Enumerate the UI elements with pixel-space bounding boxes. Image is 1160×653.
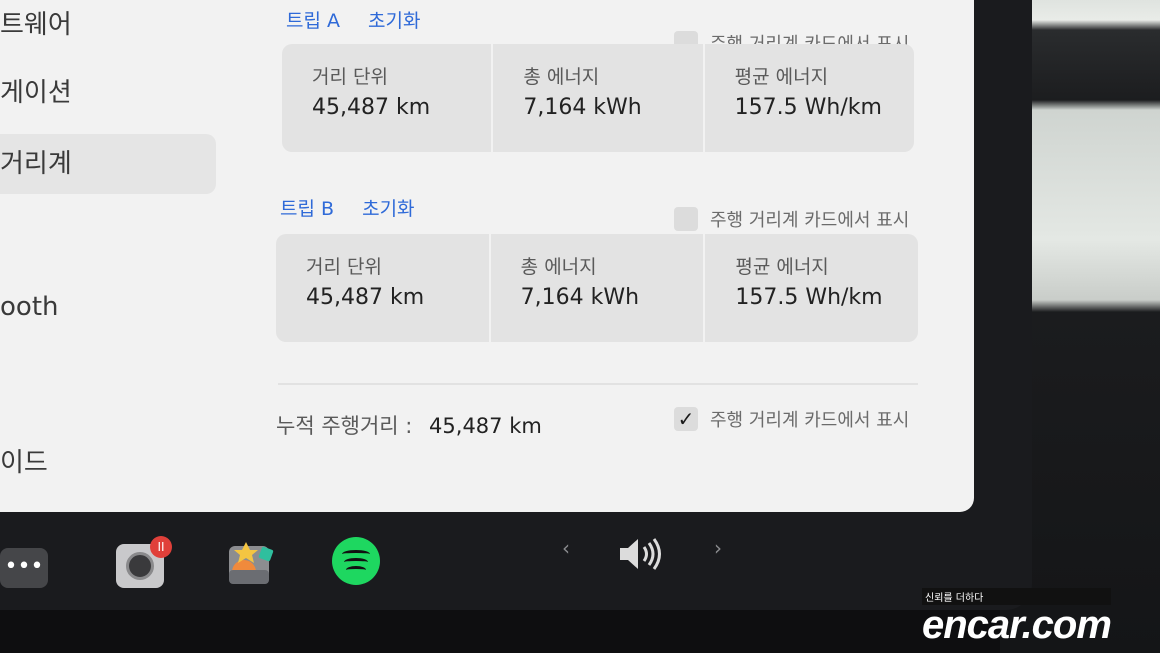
trip-b-total-energy: 총 에너지 7,164 kWh xyxy=(491,234,706,342)
odometer-label: 누적 주행거리 : xyxy=(276,414,413,438)
stat-value: 7,164 kWh xyxy=(523,95,642,120)
sidebar-item-label: 거리계 xyxy=(0,149,72,179)
trip-b-reset-button[interactable]: 초기화 xyxy=(362,198,414,220)
stat-label: 총 에너지 xyxy=(520,256,597,278)
speaker-icon xyxy=(620,538,661,570)
trip-b-avg-energy: 평균 에너지 157.5 Wh/km xyxy=(705,234,918,342)
trip-b-header: 트립 B 초기화 xyxy=(280,194,415,221)
camera-icon xyxy=(126,552,154,580)
stat-value: 157.5 Wh/km xyxy=(735,285,883,310)
settings-sidebar: 트웨어 게이션 거리계 ooth 이드 xyxy=(0,0,232,512)
trip-b-distance: 거리 단위 45,487 km xyxy=(276,234,491,342)
recording-badge: II xyxy=(150,536,172,558)
watermark-brand: encar.com xyxy=(922,603,1112,647)
stat-value: 157.5 Wh/km xyxy=(734,95,882,120)
trip-b-show-checkbox[interactable] xyxy=(674,207,698,231)
stat-value: 7,164 kWh xyxy=(520,285,640,310)
sidebar-item-software[interactable]: 트웨어 xyxy=(0,4,72,41)
odometer-show-label: 주행 거리계 카드에서 표시 xyxy=(710,410,910,431)
dashcam-button[interactable]: II xyxy=(116,536,172,588)
trip-a-title: 트립 A xyxy=(286,10,340,32)
trip-b-show-label: 주행 거리계 카드에서 표시 xyxy=(710,210,910,231)
trip-a-header: 트립 A 초기화 xyxy=(286,6,421,33)
odometer-show-checkbox[interactable]: ✓ xyxy=(674,407,698,431)
odometer-show-toggle[interactable]: ✓ 주행 거리계 카드에서 표시 xyxy=(674,406,909,432)
sidebar-item-navigation[interactable]: 게이션 xyxy=(0,72,72,109)
touchscreen: 트웨어 게이션 거리계 ooth 이드 트립 A 초기화 주행 거리계 카드에서… xyxy=(0,0,974,512)
sidebar-item-bluetooth[interactable]: ooth xyxy=(0,292,59,322)
spotify-icon-wave xyxy=(344,558,368,566)
volume-icon[interactable] xyxy=(618,534,668,574)
spotify-icon-wave xyxy=(346,566,366,574)
trip-a-total-energy: 총 에너지 7,164 kWh xyxy=(493,44,705,152)
trip-a-reset-button[interactable]: 초기화 xyxy=(368,10,420,32)
odometer-value: 45,487 km xyxy=(429,414,542,438)
sidebar-item-upgrade[interactable]: 이드 xyxy=(0,442,48,479)
display-bezel: 트웨어 게이션 거리계 ooth 이드 트립 A 초기화 주행 거리계 카드에서… xyxy=(0,0,1032,610)
section-divider xyxy=(278,383,918,385)
stat-label: 평균 에너지 xyxy=(734,66,829,88)
trip-a-stats-card: 거리 단위 45,487 km 총 에너지 7,164 kWh 평균 에너지 1… xyxy=(282,44,914,152)
trip-b-title: 트립 B xyxy=(280,198,335,220)
sidebar-item-odometer[interactable]: 거리계 xyxy=(0,134,216,194)
trip-b-show-toggle[interactable]: 주행 거리계 카드에서 표시 xyxy=(674,206,909,232)
stat-label: 거리 단위 xyxy=(306,256,382,278)
toybox-button[interactable] xyxy=(226,540,276,586)
total-odometer: 누적 주행거리 : 45,487 km xyxy=(276,410,542,440)
stat-value: 45,487 km xyxy=(306,285,425,310)
spotify-button[interactable] xyxy=(332,537,380,585)
stat-label: 거리 단위 xyxy=(312,66,388,88)
chevron-left-icon[interactable]: ‹ xyxy=(562,536,570,560)
trip-b-stats-card: 거리 단위 45,487 km 총 에너지 7,164 kWh 평균 에너지 1… xyxy=(276,234,918,342)
spotify-icon xyxy=(342,550,370,558)
stat-label: 평균 에너지 xyxy=(735,256,829,278)
chevron-right-icon[interactable]: › xyxy=(714,536,722,560)
trip-a-distance: 거리 단위 45,487 km xyxy=(282,44,494,152)
stat-value: 45,487 km xyxy=(312,95,431,120)
more-apps-button[interactable]: ••• xyxy=(0,548,48,588)
encar-watermark: 신뢰를 더하다 encar.com xyxy=(922,588,1112,647)
stat-label: 총 에너지 xyxy=(523,66,600,88)
toybox-icon xyxy=(229,542,274,584)
trip-a-avg-energy: 평균 에너지 157.5 Wh/km xyxy=(705,44,914,152)
